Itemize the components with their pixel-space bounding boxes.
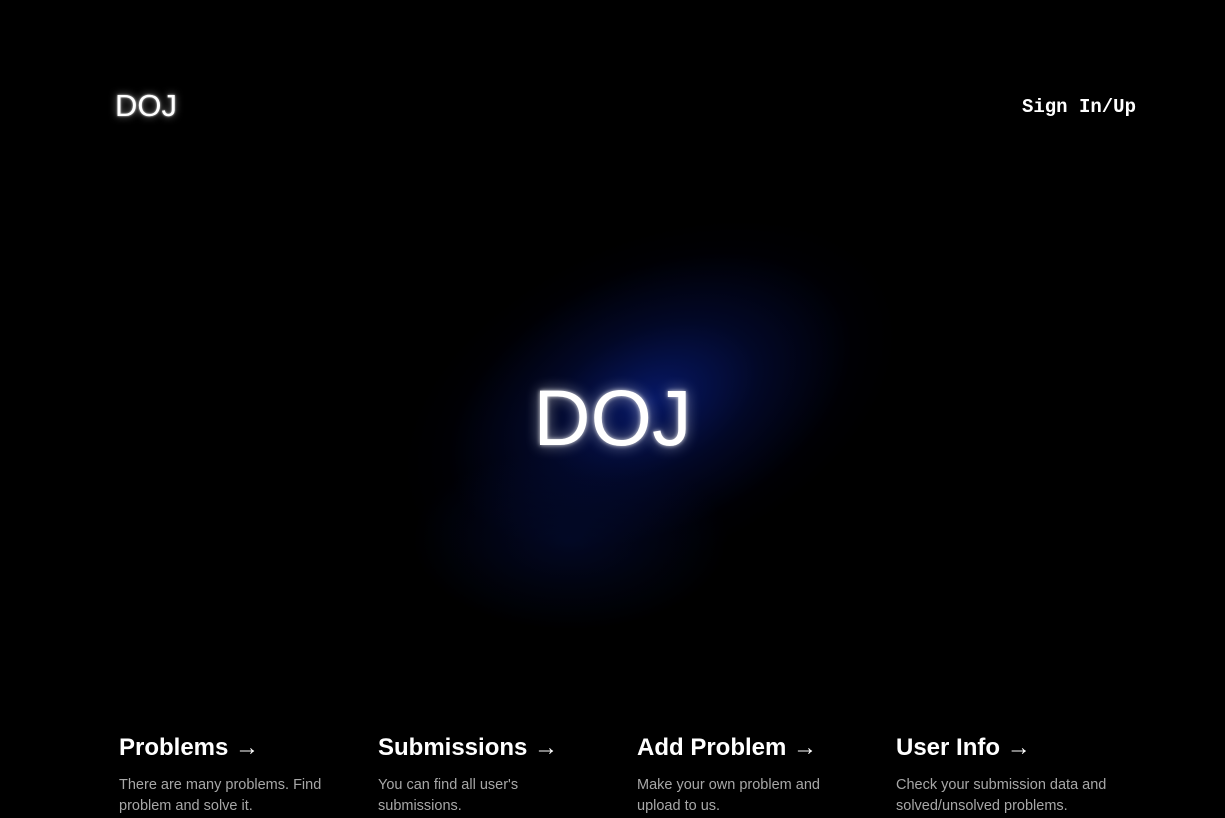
card-title: Add Problem → [637, 733, 896, 763]
hero-title: DOJ [533, 373, 692, 462]
card-problems[interactable]: Problems → There are many problems. Find… [119, 733, 378, 817]
logo-link[interactable]: DOJ [115, 88, 177, 124]
card-title: Submissions → [378, 733, 637, 763]
card-description: Make your own problem and upload to us. [637, 777, 820, 814]
card-title: User Info → [896, 733, 1155, 763]
arrow-right-icon: → [793, 734, 818, 761]
card-user-info[interactable]: User Info → Check your submission data a… [896, 733, 1155, 817]
arrow-right-icon: → [1006, 734, 1031, 761]
card-title: Problems → [119, 733, 378, 763]
card-description: There are many problems. Find problem an… [119, 777, 322, 814]
card-add-problem[interactable]: Add Problem → Make your own problem and … [637, 733, 896, 817]
card-description: You can find all user's submissions. [378, 777, 519, 814]
arrow-right-icon: → [235, 734, 260, 761]
card-title-text: Problems [119, 734, 229, 761]
card-title-text: Add Problem [637, 734, 787, 761]
card-submissions[interactable]: Submissions → You can find all user's su… [378, 733, 637, 817]
card-title-text: Submissions [378, 734, 528, 761]
sign-in-up-link[interactable]: Sign In/Up [1022, 96, 1136, 118]
card-title-text: User Info [896, 734, 1001, 761]
feature-cards: Problems → There are many problems. Find… [119, 733, 1159, 817]
arrow-right-icon: → [534, 734, 559, 761]
card-description: Check your submission data and solved/un… [896, 777, 1107, 814]
